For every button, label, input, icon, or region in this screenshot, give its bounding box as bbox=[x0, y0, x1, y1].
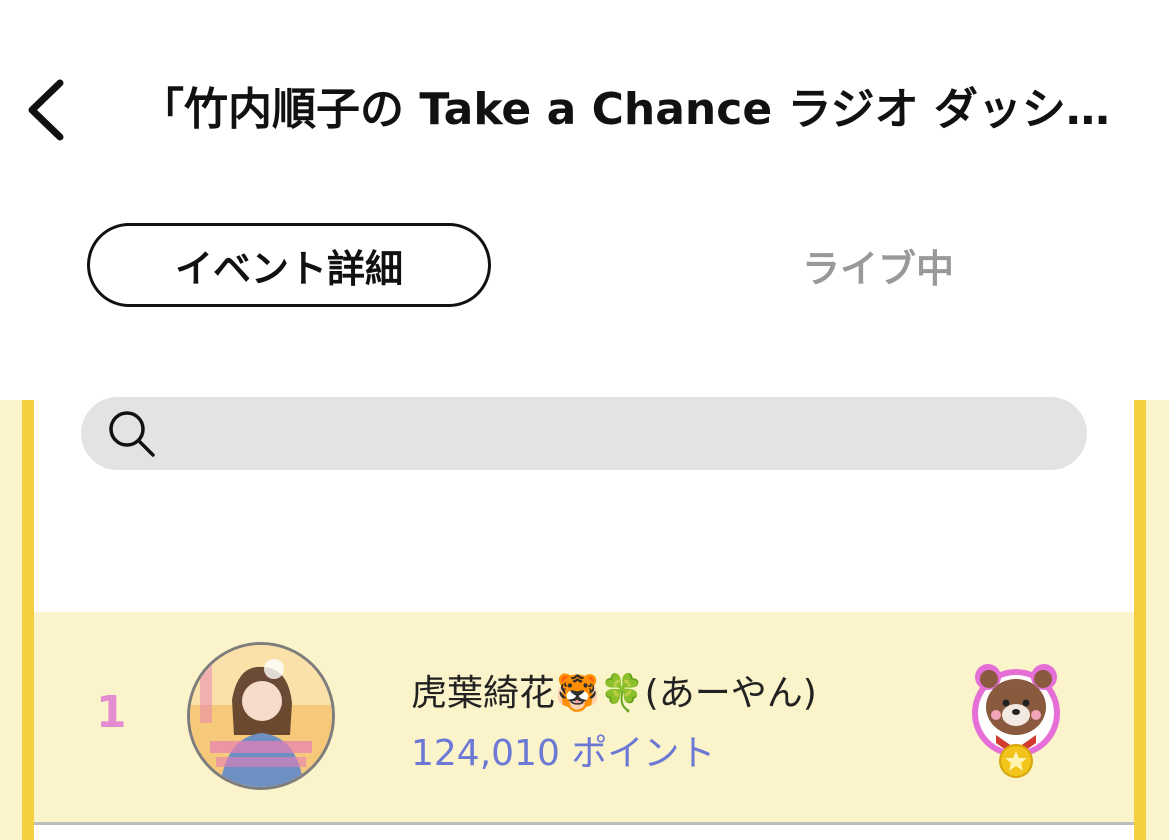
row-divider bbox=[34, 822, 1134, 825]
tab-live[interactable]: ライブ中 bbox=[676, 223, 1080, 307]
user-name: 虎葉綺花🐯🍀(あーやん) bbox=[411, 673, 817, 714]
user-points: 124,010 ポイント bbox=[411, 733, 716, 774]
avatar[interactable] bbox=[187, 642, 335, 790]
ranking-row[interactable]: 1 虎葉綺花🐯🍀(あーやん) 124,010 ポイント bbox=[34, 612, 1134, 824]
rank-number: 1 bbox=[96, 687, 127, 738]
tab-event-details[interactable]: イベント詳細 bbox=[87, 223, 491, 307]
header: 「竹内順子の Take a Chance ラジオ ダッシ… イベント詳細 ライブ… bbox=[0, 0, 1169, 400]
chevron-left-icon[interactable] bbox=[20, 75, 80, 145]
search-bar[interactable] bbox=[81, 397, 1087, 470]
back-button[interactable] bbox=[20, 75, 80, 145]
avatar-image bbox=[190, 645, 332, 787]
search-icon bbox=[109, 411, 155, 457]
page-title: 「竹内順子の Take a Chance ラジオ ダッシ… bbox=[140, 84, 1110, 135]
bear-medal-icon bbox=[972, 664, 1060, 778]
search-input[interactable] bbox=[171, 407, 1055, 461]
